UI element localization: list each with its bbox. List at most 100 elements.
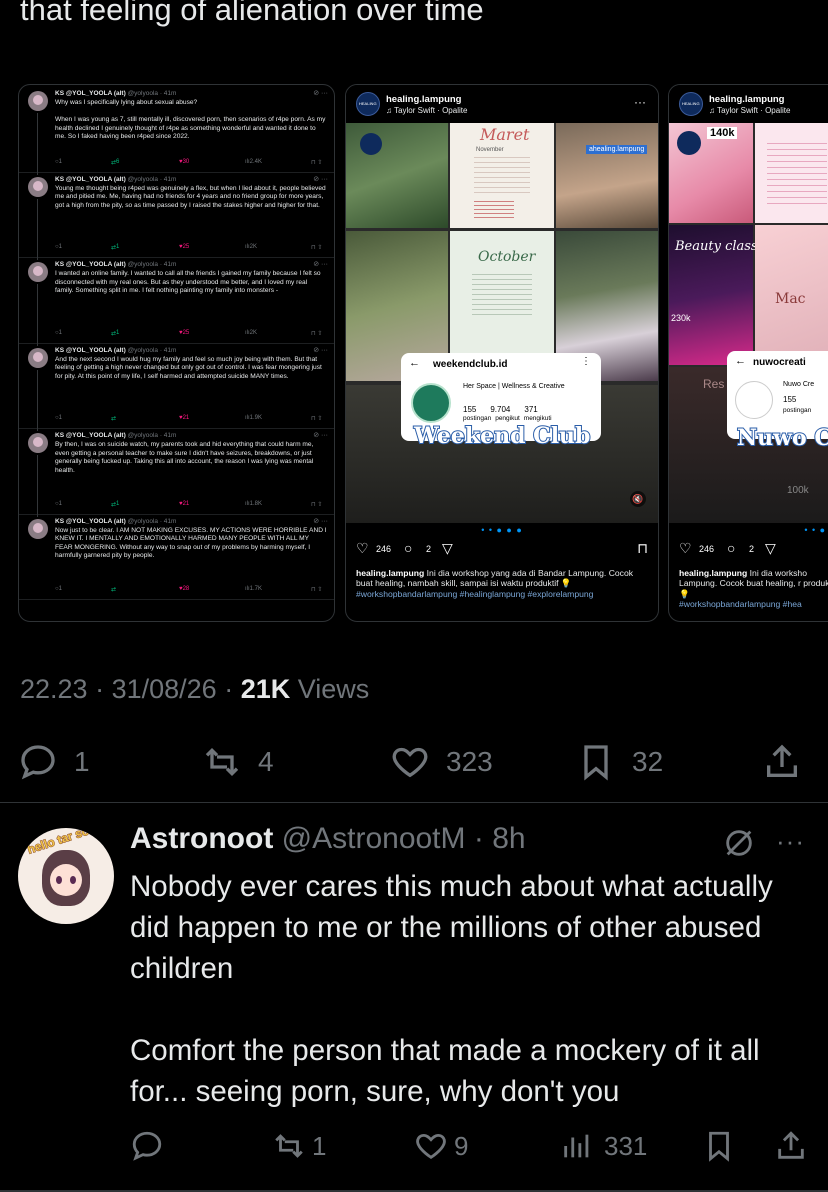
thread-views: ılı 2.4K [245,158,263,165]
heart-icon[interactable]: ♡ [679,540,692,557]
bookmark-icon [584,745,608,781]
reply-author-name[interactable]: Astronoot [130,822,273,855]
retweet-count: 4 [258,746,274,777]
reply-time: 8h [492,822,526,855]
label-following: mengikuti [523,415,552,422]
bookmark-icon [709,1131,729,1162]
thread-author: KS @YOL_YOOLA (alt) [55,90,126,97]
profile-picture [735,381,773,419]
weekend-club-banner: Weekend Club [413,422,591,450]
more-icon[interactable]: ··· [776,826,805,857]
ig-song-text: Taylor Swift · Opalite [717,106,791,115]
quoted-text: that feeling of alienation over time [20,0,484,27]
more-icon: ⊘ ··· [313,261,328,268]
share-icon[interactable]: ▽ [442,540,453,557]
thread-reply-count: 1 [58,500,62,507]
logo-circle [360,133,382,155]
thread-actions: ○ 1 ⇄ 6 ♥ 30 ılı 2.4K ⊓ ⇧ [55,159,327,169]
views-button[interactable]: 331 [560,1124,647,1168]
thread-retweet: ⇄ 1 [111,329,120,337]
more-icon: ⊘ ··· [313,517,328,525]
thread-bookmark-share: ⊓ ⇧ [311,245,323,251]
like-button[interactable]: 323 [390,738,493,786]
avatar [28,262,48,282]
thread-handle: @yolyoola · 41m [127,432,177,439]
grok-icon[interactable] [722,826,756,860]
media-gallery[interactable]: KS @YOL_YOOLA (alt) @yolyoola · 41m ⊘ ···… [18,84,828,624]
thread-tweet-header: KS @YOL_YOOLA (alt) @yolyoola · 41m [55,432,176,439]
ig-like-count: 246 [699,544,715,554]
thread-view-count: 2.4K [249,158,263,165]
comment-icon[interactable]: ○ [727,540,735,556]
ig-post-image: Maret November ahealing.lampung October … [346,123,658,523]
share-button[interactable] [762,738,802,786]
thread-tweet-header: KS @YOL_YOOLA (alt) @yolyoola · 41m [55,261,176,268]
retweet-icon [275,1134,303,1158]
thread-actions: ○ 1 ⇄ ♥ 21 ılı 1.9K ⊓ ⇧ [55,415,327,425]
thread-views: ılı 1.7K [245,586,263,592]
price-3: 100k [787,485,809,496]
more-icon: ⊘ ··· [313,346,328,354]
thread-view-count: 2K [249,244,258,250]
tweet-date: 31/08/26 [111,674,217,704]
info-tile [755,123,828,223]
thread-author: KS @YOL_YOOLA (alt) [55,517,126,525]
thread-view-count: 2K [249,329,258,336]
bookmark-button[interactable]: 32 [576,738,663,786]
thread-author: KS @YOL_YOOLA (alt) [55,346,126,354]
ig-account-logo [679,92,703,116]
thread-like: ♥ 30 [179,158,190,165]
heart-icon[interactable]: ♡ [356,540,369,557]
tweet-action-bar: 1 4 323 32 [0,738,828,786]
media-thread-screenshot[interactable]: KS @YOL_YOOLA (alt) @yolyoola · 41m ⊘ ···… [18,84,335,622]
thread-tweet-header: KS @YOL_YOOLA (alt) @yolyoola · 41m [55,176,176,183]
thread-retweet: ⇄ [111,587,117,593]
thread-retweet: ⇄ [111,416,117,422]
thread-text: I wanted an online family. I wanted to c… [55,270,321,295]
retweet-button[interactable]: 1 [272,1124,326,1168]
ig-account-logo [356,92,380,116]
calendar-script: Maret [480,125,530,144]
like-button[interactable]: 9 [414,1124,468,1168]
reply-button[interactable] [130,1124,164,1168]
retweet-button[interactable]: 4 [202,738,274,786]
thread-like-count: 28 [182,586,190,592]
media-instagram-post-2[interactable]: healing.lampung ♫ Taylor Swift · Opalite… [668,84,828,622]
views-count: 331 [604,1130,648,1161]
media-instagram-post-1[interactable]: healing.lampung ♫ Taylor Swift · Opalite… [345,84,659,622]
save-icon[interactable]: ⊓ [637,540,648,557]
back-arrow-icon: ← [409,357,420,369]
heart-icon [416,1133,446,1160]
avatar[interactable]: hello tar sou [18,828,114,924]
stat-following: 371 [524,405,538,414]
thread-author: KS @YOL_YOOLA (alt) [55,432,126,439]
share-button[interactable] [774,1124,808,1168]
thread-bookmark-share: ⊓ ⇧ [311,587,323,593]
tweet-time: 22.23 [20,674,88,704]
share-icon [778,1131,804,1159]
thread-view-count: 1.7K [249,586,263,592]
reply-button[interactable]: 1 [18,738,90,786]
more-icon: ⊘ ··· [313,175,328,183]
popup-labels: postingan [783,407,812,414]
avatar-face [50,864,82,896]
ig-comment-count: 2 [749,544,755,554]
thread-retweet-count: 1 [116,500,120,507]
mute-icon[interactable]: 🔇 [630,491,646,507]
thread-like-count: 25 [182,329,190,336]
bookmark-button[interactable] [702,1124,736,1168]
thread-tweet: KS @YOL_YOOLA (alt) @yolyoola · 41m ⊘ ···… [19,515,334,600]
reply-icon [132,1131,162,1161]
popup-stats: 155 [783,395,797,404]
popup-labels: postingan pengikut mengikuti [463,415,556,422]
caption-user: healing.lampung [356,568,425,578]
thread-retweet-count: 6 [116,158,120,165]
price-badge: 140k [707,127,738,139]
photo-tile-flowers: 140k [669,123,753,223]
avatar-eye [70,876,76,884]
thread-line [37,369,38,431]
share-icon[interactable]: ▽ [765,540,776,557]
ig-comment-count: 2 [426,544,432,554]
stat-posts: 155 [463,405,477,414]
comment-icon[interactable]: ○ [404,540,412,556]
